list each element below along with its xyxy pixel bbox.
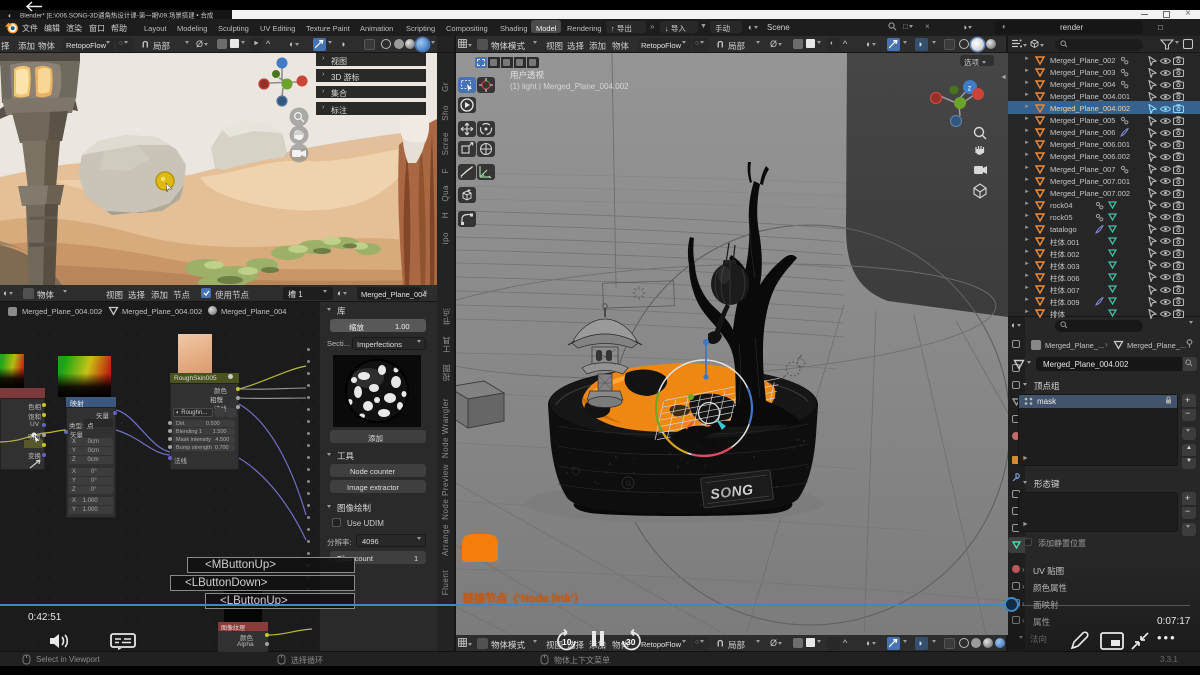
svg-text:30: 30 [626,637,636,647]
svg-text:z: z [968,84,972,93]
svg-text:10: 10 [562,637,572,647]
